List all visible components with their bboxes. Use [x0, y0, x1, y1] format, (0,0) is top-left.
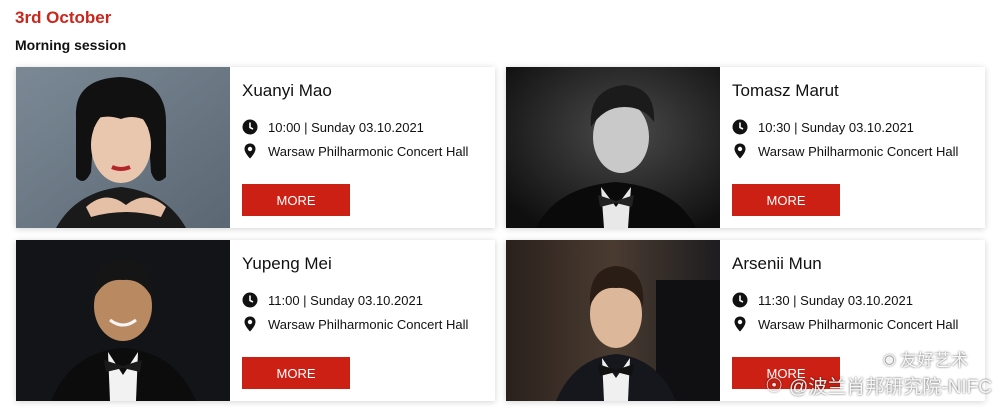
performance-time: 10:30 | Sunday 03.10.2021: [732, 119, 914, 135]
clock-icon: [242, 292, 258, 308]
performer-photo: [506, 67, 720, 228]
performer-photo: [16, 67, 230, 228]
performance-time: 10:00 | Sunday 03.10.2021: [242, 119, 424, 135]
performance-time-text: 10:00 | Sunday 03.10.2021: [268, 119, 424, 135]
performance-venue: Warsaw Philharmonic Concert Hall: [732, 143, 958, 159]
performance-venue-text: Warsaw Philharmonic Concert Hall: [758, 316, 959, 332]
map-pin-icon: [734, 143, 746, 159]
performer-name: Xuanyi Mao: [242, 81, 332, 100]
more-button[interactable]: MORE: [242, 357, 350, 389]
performance-venue-text: Warsaw Philharmonic Concert Hall: [268, 143, 469, 159]
performer-card: Xuanyi Mao 10:00 | Sunday 03.10.2021 War…: [16, 67, 495, 228]
performance-venue-text: Warsaw Philharmonic Concert Hall: [268, 316, 469, 332]
performance-venue: Warsaw Philharmonic Concert Hall: [242, 316, 468, 332]
clock-icon: [242, 119, 258, 135]
watermark-line1: 友好艺术: [900, 351, 968, 370]
performance-time-text: 11:30 | Sunday 03.10.2021: [758, 292, 913, 308]
weibo-icon: ☉: [765, 375, 784, 397]
watermark-line2: @波兰肖邦研究院-NIFC: [789, 377, 992, 398]
performer-name: Arsenii Mun: [732, 254, 822, 273]
performance-time: 11:00 | Sunday 03.10.2021: [242, 292, 423, 308]
performance-venue-text: Warsaw Philharmonic Concert Hall: [758, 143, 959, 159]
performance-time-text: 10:30 | Sunday 03.10.2021: [758, 119, 914, 135]
performer-card: Yupeng Mei 11:00 | Sunday 03.10.2021 War…: [16, 240, 495, 401]
performance-time: 11:30 | Sunday 03.10.2021: [732, 292, 913, 308]
performer-name: Tomasz Marut: [732, 81, 839, 100]
more-button[interactable]: MORE: [242, 184, 350, 216]
performer-photo: [506, 240, 720, 401]
session-heading: Morning session: [15, 37, 127, 53]
wechat-icon: ◉: [882, 350, 896, 368]
performance-venue: Warsaw Philharmonic Concert Hall: [242, 143, 468, 159]
map-pin-icon: [244, 143, 256, 159]
wechat-watermark: ◉ 友好艺术: [883, 346, 968, 371]
performer-card: Tomasz Marut 10:30 | Sunday 03.10.2021 W…: [506, 67, 985, 228]
map-pin-icon: [244, 316, 256, 332]
more-button[interactable]: MORE: [732, 184, 840, 216]
performance-venue: Warsaw Philharmonic Concert Hall: [732, 316, 958, 332]
performer-photo: [16, 240, 230, 401]
clock-icon: [732, 119, 748, 135]
performer-name: Yupeng Mei: [242, 254, 332, 273]
weibo-watermark: ☉ @波兰肖邦研究院-NIFC: [765, 372, 992, 399]
performance-time-text: 11:00 | Sunday 03.10.2021: [268, 292, 423, 308]
date-heading: 3rd October: [15, 8, 112, 27]
map-pin-icon: [734, 316, 746, 332]
clock-icon: [732, 292, 748, 308]
